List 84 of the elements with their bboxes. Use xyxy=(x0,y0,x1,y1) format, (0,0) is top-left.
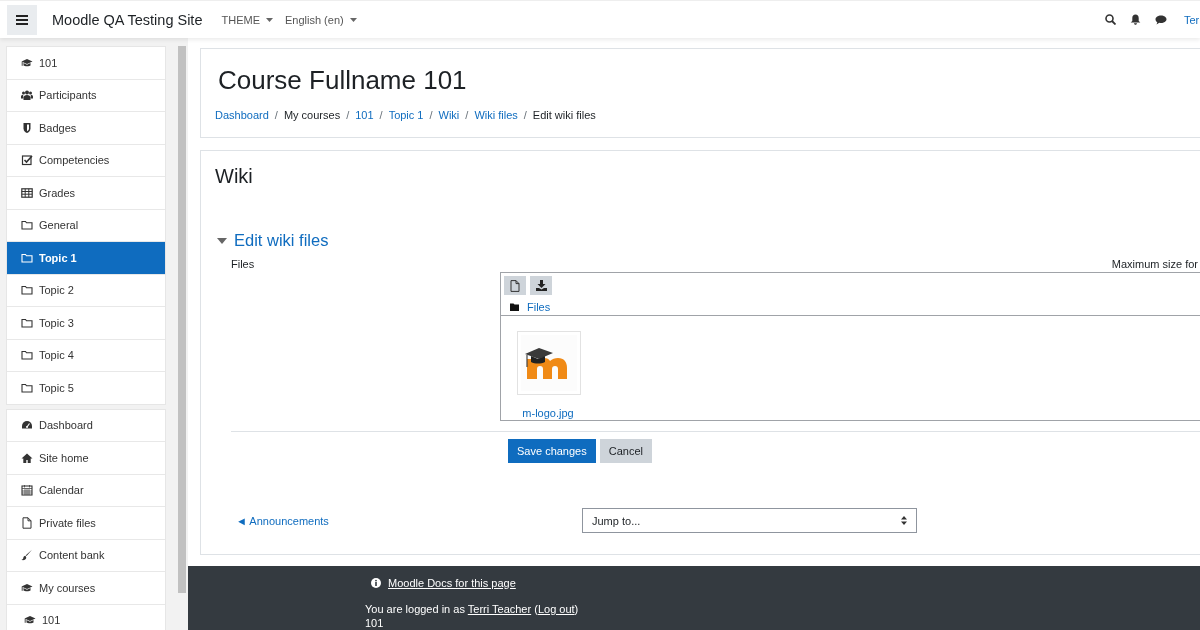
graduation-cap-icon xyxy=(21,581,33,594)
breadcrumb-link[interactable]: Topic 1 xyxy=(388,109,424,121)
folder-icon xyxy=(21,381,33,394)
chat-icon[interactable] xyxy=(1155,14,1167,25)
breadcrumb-separator: / xyxy=(274,109,278,121)
sidebar-item[interactable]: Private files xyxy=(7,507,165,540)
breadcrumb-separator: / xyxy=(523,109,527,121)
sidebar-item[interactable]: Badges xyxy=(7,112,165,145)
save-button[interactable]: Save changes xyxy=(508,439,596,463)
sidebar-item[interactable]: Dashboard xyxy=(7,409,165,442)
sidebar-item[interactable]: Topic 2 xyxy=(7,274,165,307)
sidebar-item[interactable]: Site home xyxy=(7,442,165,475)
sidebar-item[interactable]: Competencies xyxy=(7,144,165,177)
course-name: 101 xyxy=(365,617,385,629)
sidebar-item[interactable]: 101 xyxy=(7,604,165,630)
folder-icon xyxy=(510,303,519,311)
add-file-button[interactable] xyxy=(504,276,526,295)
user-menu[interactable]: Ter xyxy=(1184,13,1200,26)
logout-link[interactable]: Log out xyxy=(537,603,575,615)
file-icon xyxy=(510,279,520,292)
table-icon xyxy=(21,186,33,199)
download-button[interactable] xyxy=(530,276,552,295)
breadcrumb-link[interactable]: 101 xyxy=(355,109,374,121)
max-size-note: Maximum size for xyxy=(1111,258,1198,270)
sort-caret-icon xyxy=(901,516,907,525)
site-name[interactable]: Moodle QA Testing Site xyxy=(52,11,203,28)
file-name-link[interactable]: m-logo.jpg xyxy=(522,407,574,419)
breadcrumb-separator: / xyxy=(465,109,469,121)
breadcrumb-link[interactable]: Wiki xyxy=(438,109,460,121)
folder-icon xyxy=(21,284,33,297)
page-title: Course Fullname 101 xyxy=(218,65,468,96)
sidebar-item[interactable]: Topic 1 xyxy=(7,242,165,275)
dropdown-menu[interactable]: THEME xyxy=(221,13,273,26)
folder-icon xyxy=(21,349,33,362)
folder-icon xyxy=(21,219,33,232)
checkbox-icon xyxy=(21,154,33,167)
section-toggle[interactable]: Edit wiki files xyxy=(217,231,1200,250)
docs-link[interactable]: Moodle Docs for this page xyxy=(388,577,516,589)
previous-activity-link[interactable]: ◄ Announcements xyxy=(236,514,582,527)
breadcrumb-separator: / xyxy=(346,109,350,121)
sidebar-item[interactable]: 101 xyxy=(7,47,165,80)
jump-to-select[interactable]: Jump to... xyxy=(582,508,917,533)
graduation-cap-icon xyxy=(21,56,33,69)
scrollbar[interactable] xyxy=(178,46,186,593)
calendar-icon xyxy=(21,484,33,497)
user-profile-link[interactable]: Terri Teacher xyxy=(467,603,532,615)
menu-icon xyxy=(16,14,28,25)
info-icon xyxy=(371,578,381,588)
sidebar-item[interactable]: Participants xyxy=(7,79,165,112)
gauge-icon xyxy=(21,419,33,432)
sidebar-item[interactable]: Topic 4 xyxy=(7,339,165,372)
home-icon xyxy=(21,451,33,464)
download-icon xyxy=(535,280,547,291)
section-title: Edit wiki files xyxy=(234,231,329,250)
sidebar-item[interactable]: Topic 5 xyxy=(7,372,165,404)
menu-button[interactable] xyxy=(7,4,37,35)
folder-icon xyxy=(21,316,33,329)
search-icon[interactable] xyxy=(1105,14,1116,25)
cancel-button[interactable]: Cancel xyxy=(599,439,652,463)
caret-icon xyxy=(265,17,273,22)
breadcrumb-link[interactable]: Dashboard xyxy=(215,109,269,121)
folder-icon xyxy=(21,251,33,264)
caret-icon xyxy=(349,17,357,22)
breadcrumb-item: Edit wiki files xyxy=(532,109,596,121)
shield-icon xyxy=(21,121,33,134)
file-thumbnail[interactable] xyxy=(517,331,581,395)
folder-link[interactable]: Files xyxy=(527,301,551,313)
breadcrumb-item: My courses xyxy=(283,109,341,121)
breadcrumb-separator: / xyxy=(429,109,433,121)
sidebar-item[interactable]: Calendar xyxy=(7,474,165,507)
file-icon xyxy=(21,516,33,529)
dropdown-menu[interactable]: English (en) xyxy=(284,13,357,26)
activity-title: Wiki xyxy=(215,165,254,188)
users-icon xyxy=(21,89,33,102)
bell-icon[interactable] xyxy=(1130,14,1141,25)
sidebar-item[interactable]: Content bank xyxy=(7,539,165,572)
breadcrumb-separator: / xyxy=(379,109,383,121)
field-label: Files xyxy=(231,258,256,272)
brush-icon xyxy=(21,549,33,562)
breadcrumb-link[interactable]: Wiki files xyxy=(474,109,518,121)
login-info: You are logged in as Terri Teacher (Log out) xyxy=(365,603,580,615)
sidebar-item[interactable]: My courses xyxy=(7,572,165,605)
sidebar-item[interactable]: Topic 3 xyxy=(7,307,165,340)
sidebar-item[interactable]: Grades xyxy=(7,177,165,210)
